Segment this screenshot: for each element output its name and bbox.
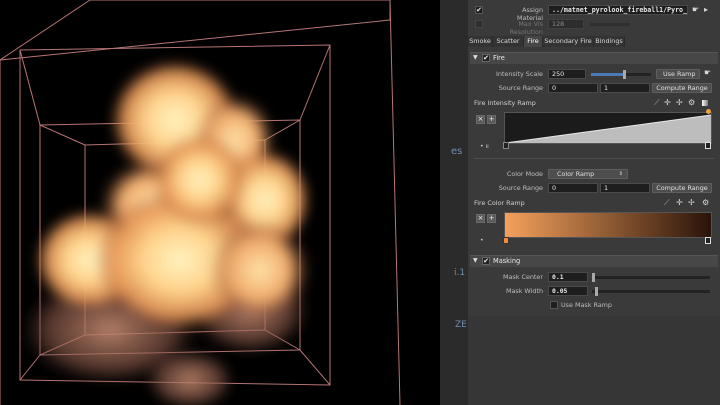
- mask-center-field[interactable]: 0.1: [548, 272, 588, 282]
- mask-width-field[interactable]: 0.05: [548, 286, 588, 296]
- intensity-slider-handle[interactable]: [623, 70, 626, 79]
- max-vis-field[interactable]: 128: [548, 19, 584, 29]
- crosshair-icon[interactable]: ✢: [688, 198, 695, 207]
- intensity-ramp-label: Fire Intensity Ramp: [474, 99, 536, 107]
- intensity-scale-row: Intensity Scale 250 Use Ramp ☛: [468, 68, 720, 80]
- side-glyph: i.1: [454, 268, 466, 278]
- max-vis-checkbox[interactable]: [475, 20, 483, 28]
- mask-center-label: Mask Center: [502, 273, 543, 281]
- color-mode-row: Color Mode Color Ramp ⇕: [468, 168, 720, 180]
- viewport-canvas: [0, 0, 401, 405]
- collapse-triangle-icon[interactable]: ▼: [473, 257, 478, 264]
- use-ramp-label: Use Ramp: [663, 70, 696, 78]
- tab-bindings[interactable]: Bindings: [594, 36, 625, 47]
- ramp-dot-icon[interactable]: •: [480, 237, 484, 244]
- max-vis-label: Max Vis Resolution: [509, 20, 543, 36]
- chevron-down-icon: ⇕: [618, 171, 623, 177]
- mask-width-slider[interactable]: [592, 287, 710, 296]
- color-mode-value: Color Ramp: [557, 170, 595, 178]
- source-range-label: Source Range: [498, 184, 543, 192]
- separator: [474, 158, 714, 159]
- color-mode-dropdown[interactable]: Color Ramp ⇕: [548, 169, 628, 179]
- intensity-scale-label: Intensity Scale: [495, 70, 543, 78]
- eyedropper-icon[interactable]: ⟋: [664, 198, 670, 208]
- ramp-key-marker[interactable]: [503, 142, 509, 149]
- parameter-panel: ✔ Assign Material ../matnet_pyrolook_fir…: [468, 0, 720, 405]
- ramp-key-marker[interactable]: [705, 237, 711, 244]
- masking-section-header[interactable]: ▼ ✔ Masking: [470, 255, 718, 267]
- masking-section-title: Masking: [493, 257, 521, 265]
- ramp-key-marker[interactable]: [503, 237, 509, 244]
- fire-volume: [20, 60, 310, 405]
- source-range-row: Source Range 0 1 Compute Range: [468, 82, 720, 94]
- fire-enable-checkbox[interactable]: ✔: [482, 54, 490, 62]
- mask-width-row: Mask Width 0.05: [468, 285, 720, 297]
- side-glyph: es: [451, 146, 463, 157]
- compute-range-button[interactable]: Compute Range: [652, 183, 712, 193]
- hand-icon[interactable]: ☛: [704, 68, 711, 77]
- ramp-remove-button[interactable]: ×: [476, 115, 485, 124]
- gear-icon[interactable]: ⚙: [702, 198, 709, 207]
- intensity-ramp-curve: [504, 114, 712, 144]
- eyedropper-icon[interactable]: ⟋: [654, 98, 660, 108]
- tab-secondary-fire[interactable]: Secondary Fire: [543, 36, 594, 47]
- mask-center-handle[interactable]: [592, 273, 595, 282]
- source-range-row-2: Source Range 0 1 Compute Range: [468, 182, 720, 194]
- panel-empty-area: [468, 316, 720, 405]
- max-vis-resolution-row: Max Vis Resolution 128: [468, 18, 720, 36]
- hand-icon[interactable]: ☛: [692, 5, 699, 14]
- mask-width-label: Mask Width: [505, 287, 543, 295]
- parameter-strip: es i.1 ZE: [440, 0, 468, 405]
- source-range-max-field[interactable]: 1: [600, 183, 650, 193]
- assign-material-checkbox[interactable]: ✔: [475, 6, 483, 14]
- collapse-triangle-icon[interactable]: ▼: [473, 54, 478, 61]
- ramp-key-handle[interactable]: [706, 109, 711, 114]
- fire-intensity-ramp[interactable]: [504, 112, 712, 144]
- tab-fire[interactable]: Fire: [524, 36, 543, 47]
- ramp-add-button[interactable]: +: [487, 214, 496, 223]
- intensity-scale-field[interactable]: 250: [548, 69, 586, 79]
- tab-scatter[interactable]: Scatter: [493, 36, 524, 47]
- masking-enable-checkbox[interactable]: ✔: [482, 257, 490, 265]
- color-ramp-label: Fire Color Ramp: [474, 199, 525, 207]
- use-mask-ramp-row: Use Mask Ramp: [468, 299, 720, 311]
- mask-width-handle[interactable]: [595, 287, 598, 296]
- max-vis-slider[interactable]: [590, 23, 630, 26]
- play-icon[interactable]: ▸: [704, 5, 708, 14]
- use-ramp-dropdown[interactable]: Use Ramp: [656, 69, 700, 79]
- source-range-min-field[interactable]: 0: [548, 83, 598, 93]
- compute-range-button[interactable]: Compute Range: [652, 83, 712, 93]
- mask-center-row: Mask Center 0.1: [468, 271, 720, 283]
- ramp-add-button[interactable]: +: [487, 115, 496, 124]
- fire-section-header[interactable]: ▼ ✔ Fire: [470, 52, 718, 64]
- crosshair-icon[interactable]: ✛: [664, 98, 671, 107]
- gear-icon[interactable]: ⚙: [688, 98, 695, 107]
- ramp-preview-icon[interactable]: [702, 100, 708, 106]
- side-glyph: ZE: [455, 320, 467, 330]
- crosshair-icon[interactable]: ✢: [676, 98, 683, 107]
- use-mask-ramp-checkbox[interactable]: [550, 301, 558, 309]
- assign-material-field[interactable]: ../matnet_pyrolook_fireball1/Pyro_: [548, 5, 688, 15]
- mask-center-slider[interactable]: [592, 273, 710, 282]
- ramp-remove-button[interactable]: ×: [476, 214, 485, 223]
- intensity-scale-slider[interactable]: [591, 70, 651, 79]
- crosshair-icon[interactable]: ✛: [676, 198, 683, 207]
- ramp-dot-icon[interactable]: • ıı: [480, 143, 489, 150]
- tab-smoke[interactable]: Smoke: [468, 36, 493, 47]
- fire-color-ramp[interactable]: [504, 212, 712, 238]
- source-range-min-field[interactable]: 0: [548, 183, 598, 193]
- source-range-max-field[interactable]: 1: [600, 83, 650, 93]
- intensity-slider-fill: [591, 73, 624, 76]
- viewport-3d[interactable]: [0, 0, 440, 405]
- fire-section-title: Fire: [493, 54, 505, 62]
- color-mode-label: Color Mode: [506, 170, 543, 178]
- use-mask-ramp-label: Use Mask Ramp: [561, 301, 612, 309]
- ramp-key-marker[interactable]: [705, 142, 711, 149]
- assign-material-row: ✔ Assign Material ../matnet_pyrolook_fir…: [468, 4, 720, 22]
- source-range-label: Source Range: [498, 84, 543, 92]
